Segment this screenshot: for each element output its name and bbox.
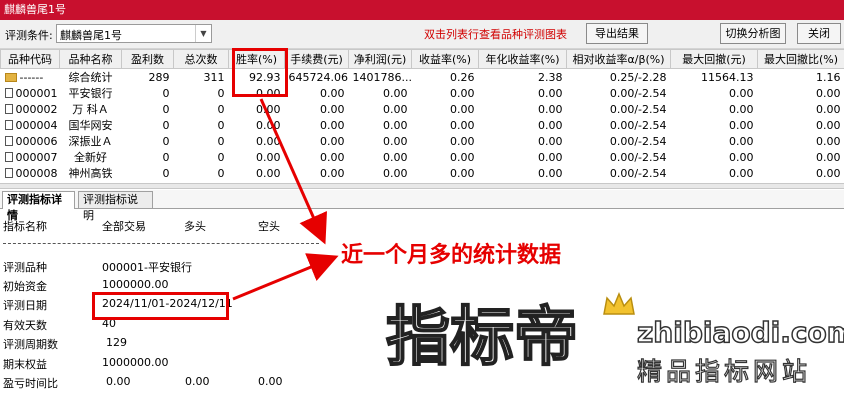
- arrow-from-date: [232, 253, 339, 301]
- watermark-brand: 指标帝: [385, 301, 579, 375]
- arrow-to-annotation: [259, 98, 327, 245]
- crown-icon: [603, 292, 635, 315]
- annotation-text: 近一个月多的统计数据: [341, 242, 562, 268]
- watermark-domain: zhibiaodi.com: [636, 315, 844, 350]
- watermark-slogan: 精品指标网站: [636, 356, 812, 386]
